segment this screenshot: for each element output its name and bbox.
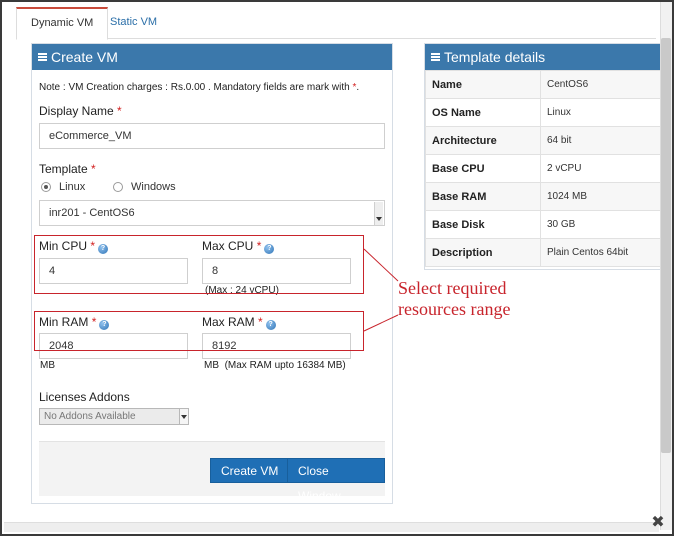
template-details-panel: Template details Name CentOS6 OS Name Linu…: [424, 43, 662, 270]
vm-type-tabs: Dynamic VM Static VM: [16, 7, 656, 40]
licenses-select[interactable]: No Addons Available: [39, 408, 189, 425]
table-row: Name CentOS6: [425, 70, 662, 99]
display-name-label: Display Name *: [39, 104, 122, 118]
row-value: 1024 MB: [540, 182, 662, 211]
list-icon: [431, 53, 440, 61]
radio-linux[interactable]: Linux: [41, 181, 85, 193]
row-value: Plain Centos 64bit: [540, 238, 662, 267]
radio-linux-dot[interactable]: [41, 182, 51, 192]
annotation-pointer-lines: [363, 248, 399, 332]
row-key: Base RAM: [425, 182, 541, 211]
template-details-header: Template details: [425, 44, 662, 70]
row-value: 64 bit: [540, 126, 662, 155]
template-select[interactable]: inr201 - CentOS6: [39, 200, 385, 226]
ram-range-highlight: [34, 311, 364, 351]
tab-dynamic-vm[interactable]: Dynamic VM: [16, 7, 109, 40]
form-footer: Create VM Close Window: [39, 441, 385, 503]
row-key: Base CPU: [425, 154, 541, 183]
chevron-down-icon[interactable]: [374, 202, 383, 225]
licenses-label: Licenses Addons: [39, 390, 130, 404]
template-select-value: inr201 - CentOS6: [49, 207, 135, 219]
row-key: Name: [425, 70, 541, 99]
table-row: Base RAM 1024 MB: [425, 182, 662, 211]
scrollbar-thumb[interactable]: [661, 38, 671, 453]
tab-static-vm[interactable]: Static VM: [96, 7, 171, 39]
list-icon: [38, 53, 47, 61]
table-row: OS Name Linux: [425, 98, 662, 127]
row-key: Description: [425, 238, 541, 267]
template-label: Template *: [39, 162, 96, 176]
create-vm-header: Create VM: [32, 44, 392, 70]
row-value: Linux: [540, 98, 662, 127]
display-name-input[interactable]: eCommerce_VM: [39, 123, 385, 149]
annotation-pointer-cpu: [363, 248, 399, 282]
template-details-title: Template details: [444, 49, 546, 65]
table-row: Base Disk 30 GB: [425, 210, 662, 239]
create-vm-title: Create VM: [51, 49, 118, 65]
min-ram-unit: MB: [40, 360, 55, 371]
table-row: Architecture 64 bit: [425, 126, 662, 155]
row-key: Base Disk: [425, 210, 541, 239]
close-icon[interactable]: ✖: [650, 515, 666, 531]
vertical-scrollbar[interactable]: [660, 2, 672, 530]
table-row: Base CPU 2 vCPU: [425, 154, 662, 183]
creation-note: Note : VM Creation charges : Rs.0.00 . M…: [39, 82, 360, 93]
row-value: 2 vCPU: [540, 154, 662, 183]
row-value: CentOS6: [540, 70, 662, 99]
annotation-pointer-ram: [363, 314, 399, 332]
radio-windows[interactable]: Windows: [113, 181, 176, 193]
modal-window: Dynamic VM Static VM Create VM Note : VM…: [0, 0, 674, 536]
row-key: OS Name: [425, 98, 541, 127]
close-window-button[interactable]: Close Window: [287, 458, 385, 503]
row-key: Architecture: [425, 126, 541, 155]
radio-windows-dot[interactable]: [113, 182, 123, 192]
create-vm-button[interactable]: Create VM: [210, 458, 290, 483]
row-value: 30 GB: [540, 210, 662, 239]
max-ram-unit-hint: MB (Max RAM upto 16384 MB): [204, 360, 346, 371]
cpu-range-highlight: [34, 235, 364, 294]
table-row: Description Plain Centos 64bit: [425, 238, 662, 267]
template-details-table: Name CentOS6 OS Name Linux Architecture 64 …: [425, 70, 662, 267]
chevron-down-icon[interactable]: [179, 409, 188, 424]
horizontal-scrollbar[interactable]: [4, 522, 659, 532]
annotation-text: Select required resources range: [398, 278, 511, 319]
